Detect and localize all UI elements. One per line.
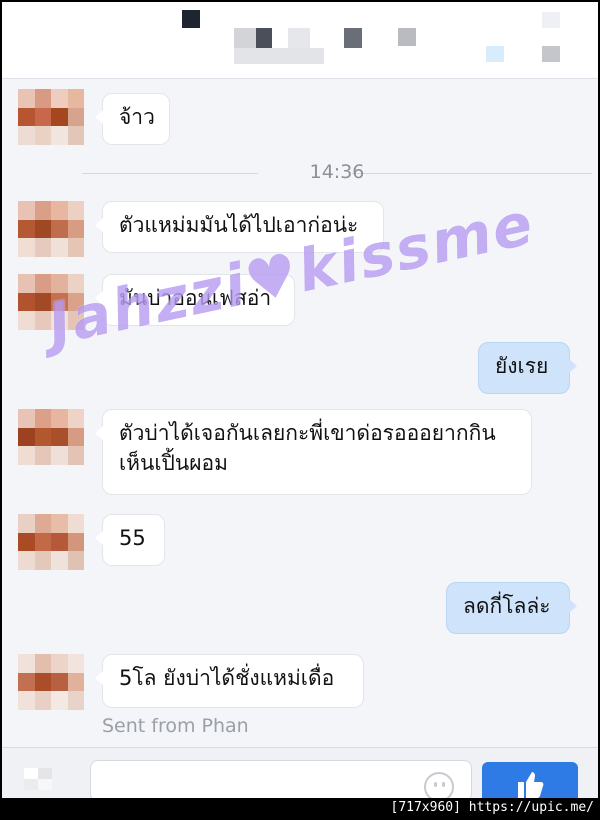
pixel-block (542, 12, 560, 28)
pixelated-attach-icon[interactable] (24, 768, 52, 790)
message-text: 5โล ยังบ่าได้ชั่งแหม่เดื่อ (119, 666, 335, 690)
timestamp: 14:36 (309, 161, 365, 183)
message-bubble-incoming[interactable]: 5โล ยังบ่าได้ชั่งแหม่เดื่อ (95, 654, 364, 708)
message-bubble-outgoing[interactable]: ลดกี่โลล่ะ (446, 582, 577, 634)
emoji-icon[interactable] (424, 772, 454, 798)
message-input[interactable] (90, 760, 472, 798)
time-separator: 14:36 (82, 161, 592, 183)
message-bubble-incoming[interactable]: ตัวบ่าได้เจอกันเลยกะพี่เขาด่อรอออยากกิน … (95, 409, 532, 495)
pixel-block (398, 28, 416, 46)
upload-credit: [717x960] https://upic.me/ (390, 800, 595, 815)
message-text: ลดกี่โลล่ะ (463, 594, 551, 618)
message-text: ยังเรย (495, 354, 549, 378)
pixel-block (234, 48, 324, 64)
message-text: จ้าว (119, 105, 155, 129)
pixel-block (542, 46, 560, 62)
pixel-block (234, 28, 256, 48)
pixel-block (486, 46, 504, 62)
message-text: มันบ่าออนเฟสอ่า (119, 286, 272, 310)
message-text: 55 (119, 526, 146, 550)
pixelated-contact-name (182, 10, 200, 28)
avatar[interactable] (18, 409, 84, 465)
avatar[interactable] (18, 201, 84, 257)
composer-bar (2, 747, 598, 798)
messenger-screen: จ้าว 14:36 ตัวแหม่มมันได้ไปเอาก่อน่ะ มัน… (2, 2, 598, 798)
avatar[interactable] (18, 514, 84, 570)
message-bubble-incoming[interactable]: 55 (95, 514, 165, 566)
message-text: ตัวแหม่มมันได้ไปเอาก่อน่ะ (119, 213, 359, 237)
avatar[interactable] (18, 654, 84, 710)
message-bubble-incoming[interactable]: ตัวแหม่มมันได้ไปเอาก่อน่ะ (95, 201, 384, 253)
avatar[interactable] (18, 89, 84, 145)
pixel-block (344, 28, 362, 48)
pixel-block (256, 28, 272, 48)
pixel-block (288, 28, 310, 48)
message-bubble-incoming[interactable]: จ้าว (95, 93, 170, 145)
sent-from-label: Sent from Phan (102, 715, 249, 737)
message-bubble-incoming[interactable]: มันบ่าออนเฟสอ่า (95, 274, 295, 326)
message-text-line-2: เห็นเปิ้นผอม (119, 451, 228, 475)
conversation-header (2, 2, 598, 79)
message-text-line-1: ตัวบ่าได้เจอกันเลยกะพี่เขาด่อรอออยากกิน (119, 421, 496, 445)
like-button[interactable] (482, 762, 578, 798)
message-list[interactable]: จ้าว 14:36 ตัวแหม่มมันได้ไปเอาก่อน่ะ มัน… (2, 79, 598, 747)
message-bubble-outgoing[interactable]: ยังเรย (478, 342, 577, 394)
like-thumb-icon (518, 772, 544, 798)
avatar[interactable] (18, 274, 84, 330)
